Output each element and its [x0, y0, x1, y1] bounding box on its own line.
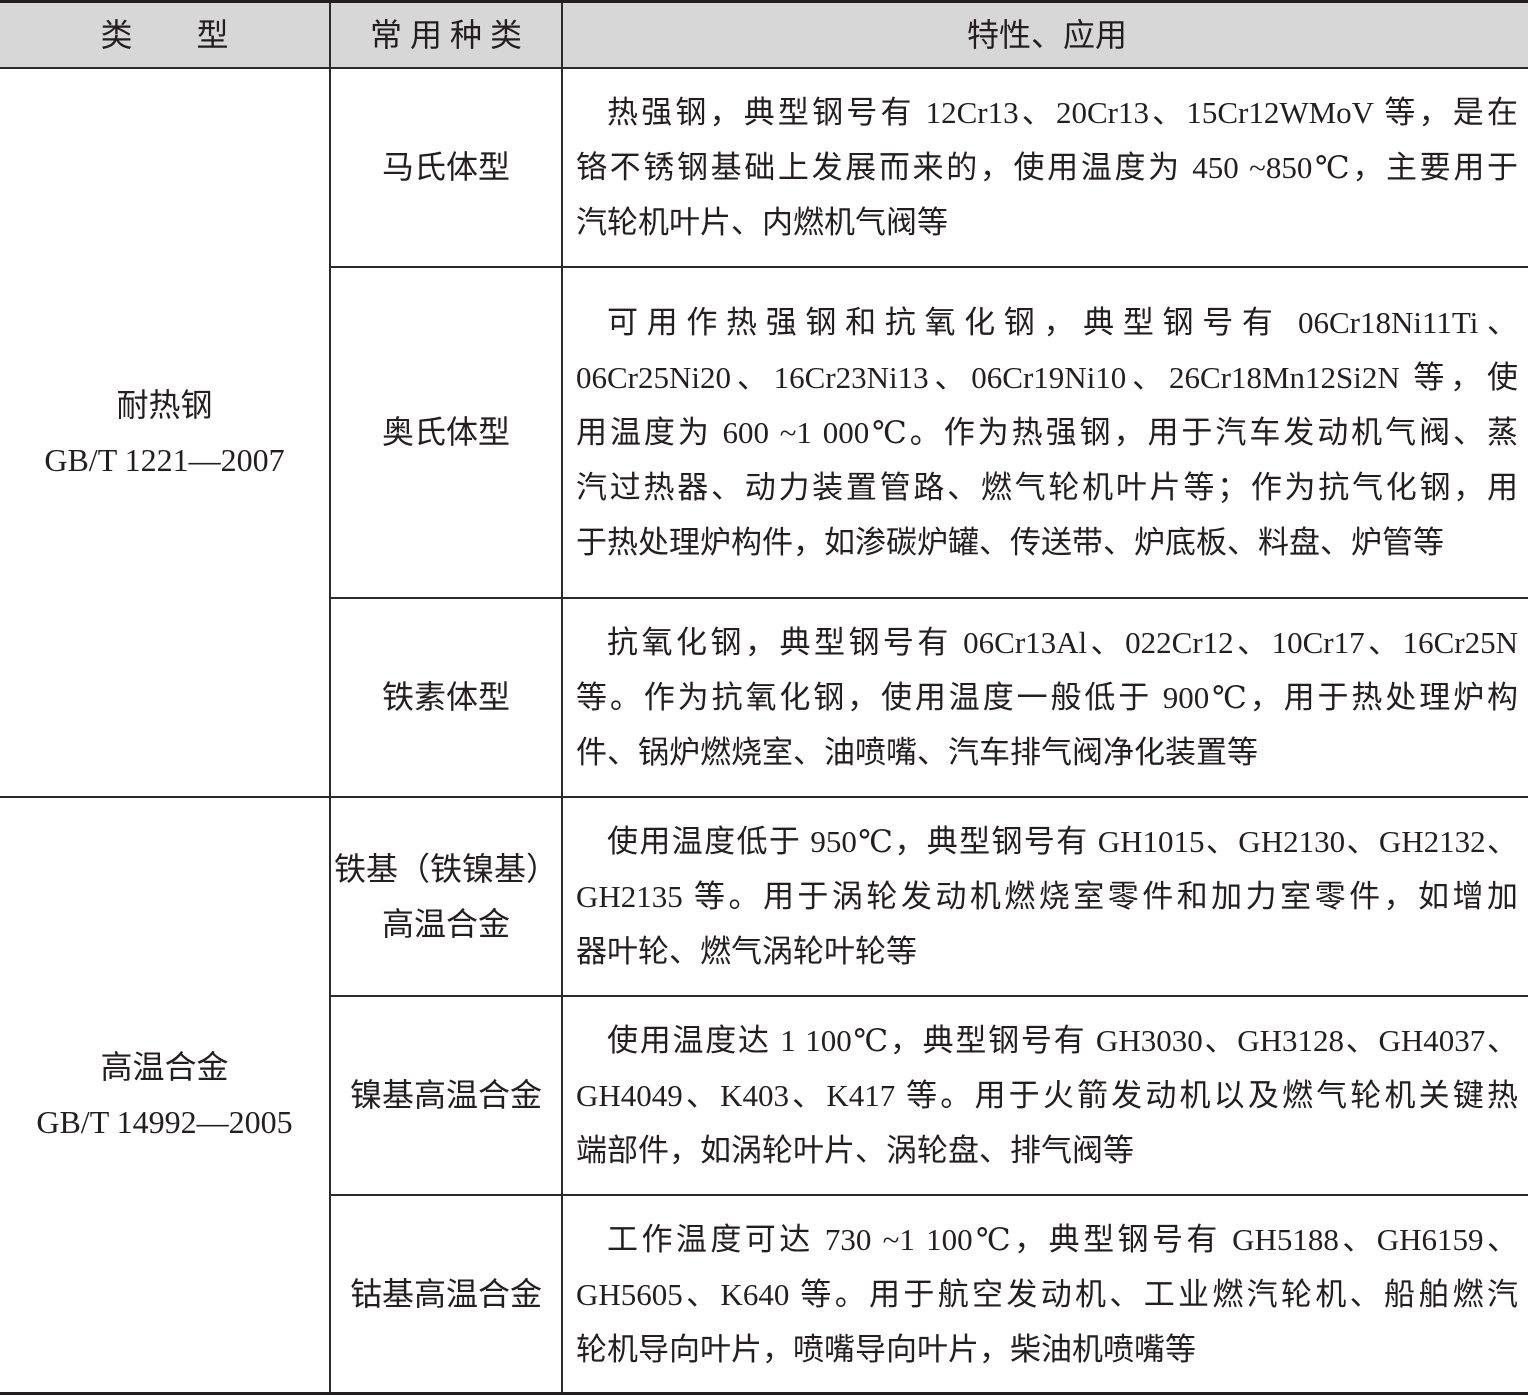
properties-line: 抗氧化钢，典型钢号有 06Cr13Al、022Cr12、10Cr17、16Cr2… — [607, 625, 1518, 660]
group-name: 高温合金 — [100, 1049, 229, 1085]
variety-label: 钴基高温合金 — [349, 1275, 542, 1312]
properties-line: 汽过热器、动力装置管路、燃气轮机叶片等；作为抗气化钢，用 — [576, 470, 1518, 505]
properties-line: 用温度为 600 ~1 000℃。作为热强钢，用于汽车发动机气阀、蒸 — [576, 415, 1518, 450]
variety-label: 奥氏体型 — [381, 414, 510, 450]
bottom-rule — [0, 1392, 1528, 1395]
group-cell-heat-resistant-steel: 耐热钢 GB/T 1221—2007 — [0, 69, 331, 798]
properties-line: 可用作热强钢和抗氧化钢，典型钢号有 06Cr18Ni11Ti、 — [607, 305, 1518, 340]
heat-resistant-materials-table: 类 型 常 用 种 类 特性、应用 耐热钢 GB/T 1221—2007 高温合… — [0, 0, 1528, 1396]
group-standard: GB/T 14992—2005 — [36, 1104, 293, 1140]
properties-line: 于热处理炉构件，如渗碳炉罐、传送带、炉底板、料盘、炉管等 — [576, 525, 1444, 560]
properties-line: 06Cr25Ni20、16Cr23Ni13、06Cr19Ni10、26Cr18M… — [576, 360, 1518, 395]
properties-line: 等。作为抗氧化钢，使用温度一般低于 900℃，用于热处理炉构 — [576, 680, 1518, 715]
header-variety-cell: 常 用 种 类 — [331, 3, 563, 69]
properties-line: 器叶轮、燃气涡轮叶轮等 — [576, 934, 917, 969]
properties-line: 端部件，如涡轮叶片、涡轮盘、排气阀等 — [576, 1133, 1134, 1168]
properties-cell-ferritic: 抗氧化钢，典型钢号有 06Cr13Al、022Cr12、10Cr17、16Cr2… — [563, 599, 1528, 798]
variety-cell-austenitic: 奥氏体型 — [331, 268, 563, 599]
variety-cell-cobalt-based-superalloy: 钴基高温合金 — [331, 1196, 563, 1392]
group-name: 耐热钢 — [116, 386, 213, 423]
properties-line: 件、锅炉燃烧室、油喷嘴、汽车排气阀净化装置等 — [576, 735, 1258, 770]
variety-cell-ferritic: 铁素体型 — [331, 599, 563, 798]
variety-label: 马氏体型 — [381, 149, 510, 185]
variety-cell-iron-based-superalloy: 铁基（铁镍基） 高温合金 — [331, 798, 563, 997]
properties-line: 铬不锈钢基础上发展而来的，使用温度为 450 ~850℃，主要用于 — [576, 150, 1518, 185]
properties-line: 轮机导向叶片，喷嘴导向叶片，柴油机喷嘴等 — [576, 1331, 1196, 1367]
header-properties-cell: 特性、应用 — [563, 3, 1528, 69]
variety-label: 铁素体型 — [381, 679, 510, 715]
header-type-cell: 类 型 — [0, 3, 331, 69]
header-variety: 常 用 种 类 — [369, 16, 522, 53]
properties-cell-martensitic: 热强钢，典型钢号有 12Cr13、20Cr13、15Cr12WMoV 等，是在 … — [563, 69, 1528, 268]
properties-cell-cobalt-based-superalloy: 工作温度可达 730 ~1 100℃，典型钢号有 GH5188、GH6159、 … — [563, 1196, 1528, 1392]
variety-label: 镍基高温合金 — [349, 1077, 542, 1113]
properties-line: 汽轮机叶片、内燃机气阀等 — [576, 205, 948, 240]
variety-label: 铁基（铁镍基） — [333, 850, 558, 887]
properties-line: GH5605、K640 等。用于航空发动机、工业燃汽轮机、船舶燃汽 — [576, 1276, 1518, 1312]
properties-line: 使用温度低于 950℃，典型钢号有 GH1015、GH2130、GH2132、 — [607, 824, 1518, 859]
group-standard: GB/T 1221—2007 — [44, 441, 285, 478]
properties-cell-nickel-based-superalloy: 使用温度达 1 100℃，典型钢号有 GH3030、GH3128、GH4037、… — [563, 997, 1528, 1196]
header-type: 类 型 — [100, 16, 229, 53]
properties-cell-austenitic: 可用作热强钢和抗氧化钢，典型钢号有 06Cr18Ni11Ti、 06Cr25Ni… — [563, 268, 1528, 599]
variety-cell-nickel-based-superalloy: 镍基高温合金 — [331, 997, 563, 1196]
properties-line: GH4049、K403、K417 等。用于火箭发动机以及燃气轮机关键热 — [576, 1078, 1518, 1113]
properties-cell-iron-based-superalloy: 使用温度低于 950℃，典型钢号有 GH1015、GH2130、GH2132、 … — [563, 798, 1528, 997]
variety-cell-martensitic: 马氏体型 — [331, 69, 563, 268]
properties-line: 工作温度可达 730 ~1 100℃，典型钢号有 GH5188、GH6159、 — [607, 1221, 1518, 1257]
properties-line: GH2135 等。用于涡轮发动机燃烧室零件和加力室零件，如增加 — [576, 879, 1518, 914]
variety-label: 高温合金 — [381, 905, 510, 942]
header-properties: 特性、应用 — [966, 16, 1127, 53]
group-cell-superalloy: 高温合金 GB/T 14992—2005 — [0, 798, 331, 1392]
properties-line: 使用温度达 1 100℃，典型钢号有 GH3030、GH3128、GH4037、 — [607, 1023, 1518, 1058]
properties-line: 热强钢，典型钢号有 12Cr13、20Cr13、15Cr12WMoV 等，是在 — [607, 95, 1518, 130]
